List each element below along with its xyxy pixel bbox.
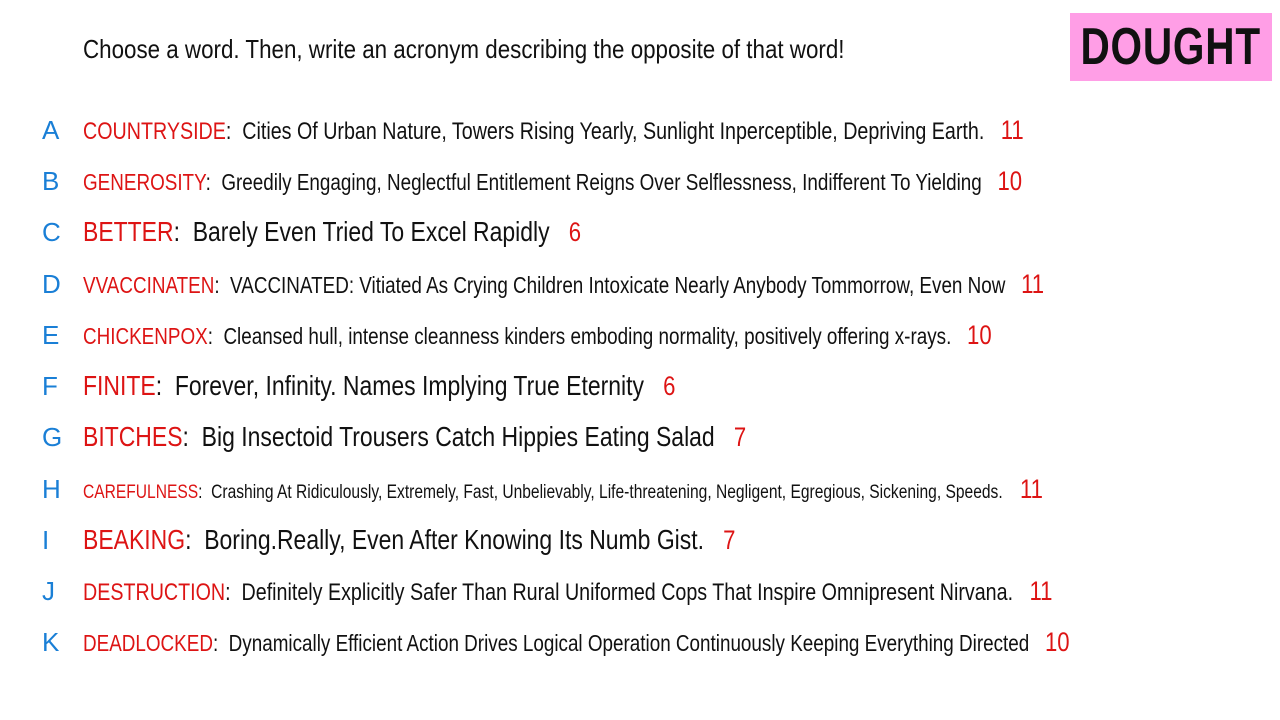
item-definition: Forever, Infinity. Names Implying True E… <box>174 370 645 401</box>
badge-label: DOUGHT <box>1080 18 1262 76</box>
item-line: DEADLOCKED: Dynamically Efficient Action… <box>83 627 1070 657</box>
word-badge: DOUGHT <box>1070 13 1272 81</box>
item-line: FINITE: Forever, Infinity. Names Implyin… <box>83 370 676 401</box>
item-definition: Definitely Explicitly Safer Than Rural U… <box>241 579 1014 606</box>
item-line: BETTER: Barely Even Tried To Excel Rapid… <box>83 216 582 247</box>
item-line: DESTRUCTION: Definitely Explicitly Safer… <box>83 576 1053 606</box>
item-letter: A <box>42 115 60 145</box>
item-word: COUNTRYSIDE <box>83 118 226 145</box>
item-line: BITCHES: Big Insectoid Trousers Catch Hi… <box>83 421 747 452</box>
list-item: F FINITE: Forever, Infinity. Names Imply… <box>0 364 1280 408</box>
item-letter: C <box>42 217 61 247</box>
item-line: GENEROSITY: Greedily Engaging, Neglectfu… <box>83 166 1023 196</box>
item-count: 6 <box>568 217 582 247</box>
list-item: I BEAKING: Boring.Really, Even After Kno… <box>0 518 1280 562</box>
item-letter: E <box>42 320 60 350</box>
item-letter: D <box>42 269 61 299</box>
item-word: BEAKING <box>83 524 186 555</box>
item-line: VVACCINATEN: VACCINATED: Vitiated As Cry… <box>83 269 1045 299</box>
item-letter: B <box>42 166 60 196</box>
item-count: 10 <box>967 320 992 350</box>
item-word: BETTER <box>83 216 174 247</box>
item-definition: Cleansed hull, intense cleanness kinders… <box>223 323 952 349</box>
item-letter: J <box>42 576 55 606</box>
item-count: 7 <box>733 422 747 452</box>
list-item: A COUNTRYSIDE: Cities Of Urban Nature, T… <box>0 108 1280 152</box>
item-definition: Big Insectoid Trousers Catch Hippies Eat… <box>201 421 715 452</box>
item-line: CHICKENPOX: Cleansed hull, intense clean… <box>83 320 992 350</box>
item-line: CAREFULNESS: Crashing At Ridiculously, E… <box>83 474 1043 504</box>
item-line: COUNTRYSIDE: Cities Of Urban Nature, Tow… <box>83 115 1024 145</box>
item-letter: I <box>42 525 50 555</box>
item-word: BITCHES <box>83 421 183 452</box>
item-word: CHICKENPOX <box>83 323 208 349</box>
list-item: G BITCHES: Big Insectoid Trousers Catch … <box>0 415 1280 459</box>
item-word: FINITE <box>83 370 156 401</box>
item-letter: G <box>42 422 63 452</box>
item-letter: F <box>42 371 58 401</box>
item-definition: VACCINATED: Vitiated As Crying Children … <box>230 272 1006 298</box>
item-count: 6 <box>663 371 676 401</box>
item-definition: Dynamically Efficient Action Drives Logi… <box>228 630 1030 656</box>
item-count: 11 <box>1021 269 1045 299</box>
item-definition: Greedily Engaging, Neglectful Entitlemen… <box>221 169 982 195</box>
list-item: H CAREFULNESS: Crashing At Ridiculously,… <box>0 467 1280 511</box>
item-count: 7 <box>723 525 736 555</box>
item-definition: Boring.Really, Even After Knowing Its Nu… <box>204 524 705 555</box>
item-line: BEAKING: Boring.Really, Even After Knowi… <box>83 524 736 555</box>
item-count: 10 <box>997 166 1023 196</box>
list-item: C BETTER: Barely Even Tried To Excel Rap… <box>0 210 1280 254</box>
item-count: 11 <box>1029 576 1053 606</box>
item-definition: Barely Even Tried To Excel Rapidly <box>192 216 550 247</box>
item-count: 11 <box>1000 115 1024 145</box>
list-item: D VVACCINATEN: VACCINATED: Vitiated As C… <box>0 262 1280 306</box>
item-word: GENEROSITY <box>83 169 206 195</box>
item-count: 11 <box>1019 474 1043 504</box>
item-word: VVACCINATEN <box>83 272 215 298</box>
item-letter: H <box>42 474 61 504</box>
list-item: E CHICKENPOX: Cleansed hull, intense cle… <box>0 313 1280 357</box>
item-definition: Crashing At Ridiculously, Extremely, Fas… <box>211 482 1003 503</box>
instructions-text: Choose a word. Then, write an acronym de… <box>83 34 845 64</box>
item-word: DESTRUCTION <box>83 579 226 606</box>
item-count: 10 <box>1044 627 1070 657</box>
item-word: DEADLOCKED <box>83 630 213 656</box>
item-word: CAREFULNESS <box>83 482 199 503</box>
item-definition: Cities Of Urban Nature, Towers Rising Ye… <box>242 118 985 145</box>
list-item: B GENEROSITY: Greedily Engaging, Neglect… <box>0 159 1280 203</box>
list-item: J DESTRUCTION: Definitely Explicitly Saf… <box>0 569 1280 613</box>
list-item: K DEADLOCKED: Dynamically Efficient Acti… <box>0 620 1280 664</box>
item-letter: K <box>42 627 60 657</box>
